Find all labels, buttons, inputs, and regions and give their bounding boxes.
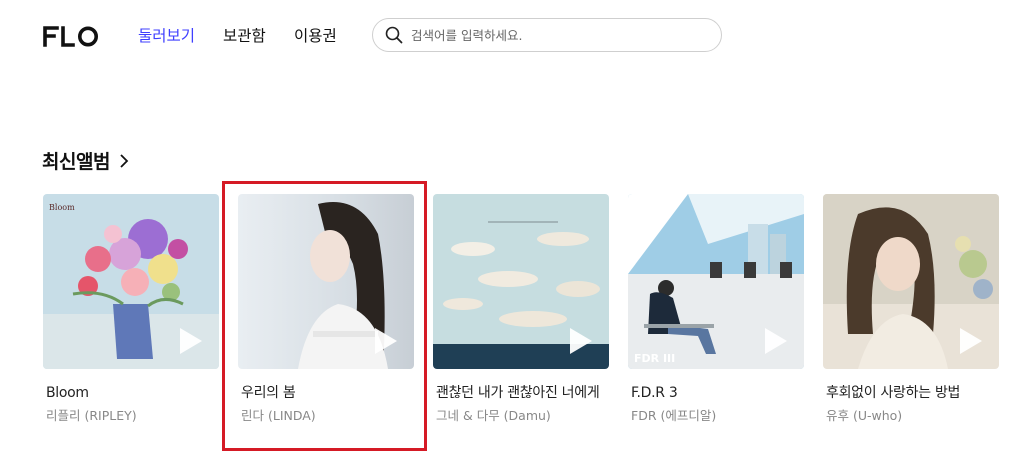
nav-browse[interactable]: 둘러보기	[138, 24, 195, 46]
album-artist[interactable]: 리플리 (RIPLEY)	[43, 406, 219, 426]
album-artist[interactable]: 그네 & 다무 (Damu)	[433, 406, 609, 426]
album-title[interactable]: 우리의 봄	[238, 383, 414, 404]
latest-albums-header[interactable]: 최신앨범	[42, 147, 130, 174]
section-title: 최신앨범	[42, 151, 110, 173]
album-title[interactable]: 괜찮던 내가 괜찮아진 너에게	[433, 383, 609, 404]
album-card[interactable]: 우리의 봄 린다 (LINDA)	[238, 194, 414, 426]
cover-text: Bloom	[49, 203, 75, 212]
play-icon[interactable]	[374, 327, 398, 355]
album-artist[interactable]: FDR (에프디알)	[628, 406, 804, 426]
album-cover[interactable]: FDR III	[628, 194, 804, 369]
search-icon[interactable]	[385, 26, 403, 44]
album-cover[interactable]	[823, 194, 999, 369]
album-card[interactable]: FDR III F.D.R 3 FDR (에프디알)	[628, 194, 804, 426]
play-icon[interactable]	[959, 327, 983, 355]
album-title[interactable]: Bloom	[43, 383, 219, 404]
album-card[interactable]: 괜찮던 내가 괜찮아진 너에게 그네 & 다무 (Damu)	[433, 194, 609, 426]
album-artist[interactable]: 린다 (LINDA)	[238, 406, 414, 426]
nav-subscription[interactable]: 이용권	[294, 24, 337, 46]
chevron-right-icon	[120, 153, 129, 168]
album-cover[interactable]	[238, 194, 414, 369]
play-icon[interactable]	[179, 327, 203, 355]
album-title[interactable]: 후회없이 사랑하는 방법	[823, 383, 999, 404]
search-bar[interactable]	[372, 18, 722, 52]
search-input[interactable]	[411, 27, 701, 43]
album-card[interactable]: Bloom Bloom 리플리 (RIPLEY)	[43, 194, 219, 426]
album-cover[interactable]: Bloom	[43, 194, 219, 369]
cover-text: FDR III	[634, 352, 675, 365]
album-cover[interactable]	[433, 194, 609, 369]
album-title[interactable]: F.D.R 3	[628, 383, 804, 404]
nav-library[interactable]: 보관함	[223, 24, 266, 46]
play-icon[interactable]	[569, 327, 593, 355]
album-artist[interactable]: 유후 (U-who)	[823, 406, 999, 426]
album-card[interactable]: 후회없이 사랑하는 방법 유후 (U-who)	[823, 194, 999, 426]
flo-logo[interactable]	[43, 24, 101, 48]
play-icon[interactable]	[764, 327, 788, 355]
